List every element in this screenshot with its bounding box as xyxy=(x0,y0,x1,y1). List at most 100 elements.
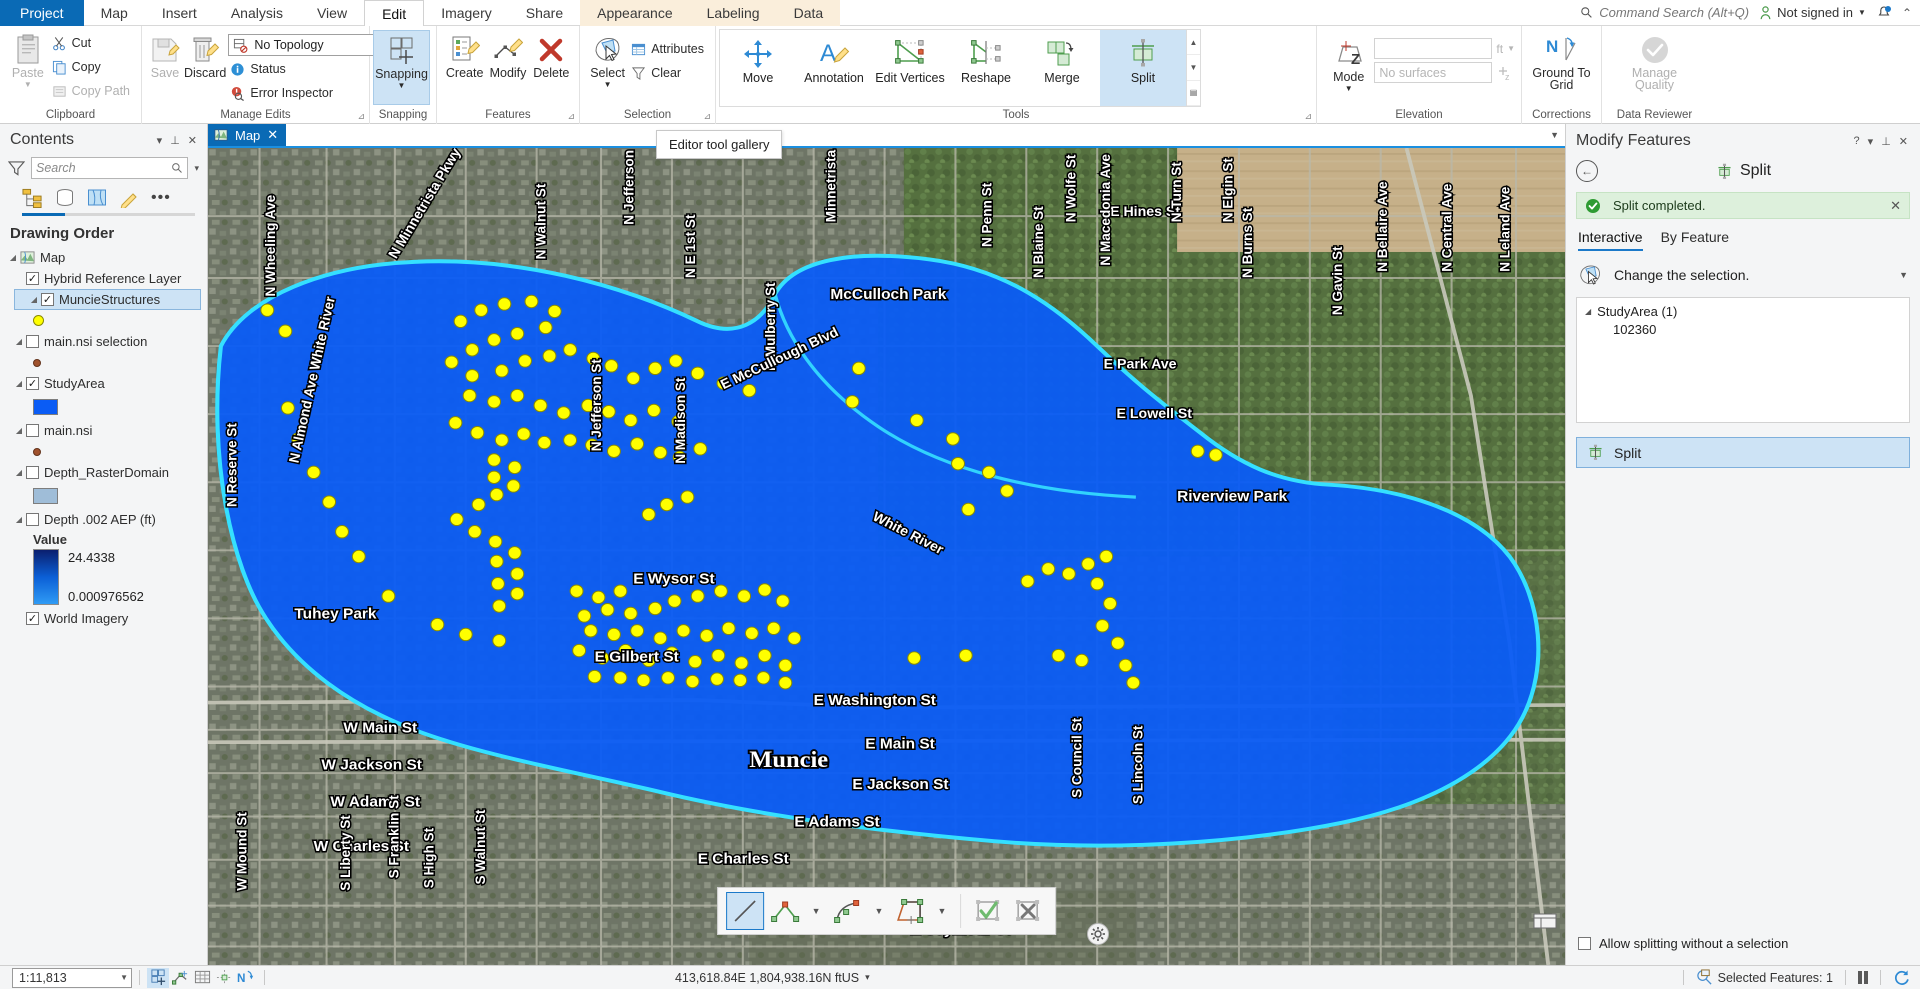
pane-pin-icon[interactable]: ⊥ xyxy=(1877,135,1895,148)
surfaces-input[interactable]: No surfaces xyxy=(1374,62,1493,83)
tool-arc[interactable] xyxy=(829,892,867,930)
tool-move[interactable]: Move xyxy=(720,30,796,106)
expander-icon[interactable]: ◢ xyxy=(12,337,26,346)
tree-item-world-imagery[interactable]: ✓ World Imagery xyxy=(0,608,207,629)
tool-annotation[interactable]: A Annotation xyxy=(796,30,872,106)
contents-menu-icon[interactable]: ▾ xyxy=(153,134,167,147)
gallery-scroll-down-icon[interactable]: ▼ xyxy=(1187,55,1200,81)
layer-checkbox[interactable]: ✓ xyxy=(26,377,39,390)
drawing-order-icon[interactable] xyxy=(22,188,43,208)
chevron-down-icon[interactable]: ▾ xyxy=(865,972,870,983)
expander-icon[interactable]: ◢ xyxy=(12,515,26,524)
gallery-scrollbar[interactable]: ▲ ▼ ▤ xyxy=(1186,30,1200,106)
expander-icon[interactable]: ◢ xyxy=(12,379,26,388)
pane-close-icon[interactable]: ✕ xyxy=(1895,135,1912,148)
tool-trace[interactable] xyxy=(891,892,929,930)
chevron-down-icon[interactable]: ▼ xyxy=(398,81,406,90)
help-icon[interactable]: ? xyxy=(1850,135,1864,147)
tool-polyline[interactable] xyxy=(766,892,804,930)
chevron-down-icon[interactable]: ▼ xyxy=(1345,84,1353,93)
get-z-icon[interactable]: z xyxy=(1496,64,1514,82)
tab-view[interactable]: View xyxy=(300,0,364,26)
notification-bell-icon[interactable] xyxy=(1876,5,1892,21)
change-selection-row[interactable]: Change the selection. ▼ xyxy=(1566,251,1920,297)
layer-checkbox[interactable] xyxy=(26,466,39,479)
tree-item-main-nsi-selection[interactable]: ◢ main.nsi selection xyxy=(0,331,207,352)
paste-button[interactable]: Paste ▼ xyxy=(6,30,50,92)
message-close-icon[interactable]: ✕ xyxy=(1890,198,1901,214)
contents-pin-icon[interactable]: ⊥ xyxy=(166,134,184,147)
tab-share[interactable]: Share xyxy=(509,0,580,26)
tab-imagery[interactable]: Imagery xyxy=(424,0,509,26)
trace-dropdown-icon[interactable]: ▼ xyxy=(931,906,952,916)
manage-edits-dialog-launcher[interactable]: ⊿ xyxy=(357,109,365,123)
tree-item-map[interactable]: ◢ Map xyxy=(0,247,207,268)
discard-edits-button[interactable]: Discard xyxy=(182,30,228,83)
tools-dialog-launcher[interactable]: ⊿ xyxy=(1304,109,1312,123)
coordinate-readout[interactable]: 413,618.84E 1,804,938.16N ftUS ▾ xyxy=(675,971,870,985)
tree-item-depth-rasterdomain[interactable]: ◢ Depth_RasterDomain xyxy=(0,462,207,483)
attributes-button[interactable]: Attributes xyxy=(629,38,709,60)
tool-cancel[interactable] xyxy=(1009,892,1047,930)
selection-dialog-launcher[interactable]: ⊿ xyxy=(703,109,711,123)
chevron-down-icon[interactable]: ▼ xyxy=(1507,44,1515,53)
create-features-button[interactable]: Create xyxy=(443,30,486,83)
grid-status-icon[interactable] xyxy=(191,968,213,988)
contents-search-dropdown-icon[interactable]: ▾ xyxy=(194,163,199,174)
map-canvas[interactable]: N Wheeling Ave N Minnetrista Pkwy N Walnut… xyxy=(208,146,1565,965)
polyline-dropdown-icon[interactable]: ▼ xyxy=(806,906,827,916)
tab-project[interactable]: Project xyxy=(0,0,84,26)
topology-combo[interactable]: No Topology ▼ xyxy=(228,34,389,56)
tool-split[interactable]: Split xyxy=(1100,30,1186,106)
selected-features-tree[interactable]: ◢ StudyArea (1) 102360 xyxy=(1576,297,1910,423)
elevation-mode-button[interactable]: Z Mode ▼ xyxy=(1323,34,1374,96)
chevron-down-icon[interactable]: ▼ xyxy=(1899,270,1908,280)
copy-path-button[interactable]: Copy Path xyxy=(50,80,135,102)
copy-button[interactable]: Copy xyxy=(50,56,135,78)
layer-checkbox[interactable] xyxy=(26,335,39,348)
back-button[interactable]: ← xyxy=(1576,160,1598,182)
select-button[interactable]: Select ▼ xyxy=(586,30,629,92)
error-inspector-button[interactable]: Error Inspector xyxy=(228,82,388,104)
arc-dropdown-icon[interactable]: ▼ xyxy=(869,906,890,916)
pause-drawing-icon[interactable] xyxy=(1857,971,1868,984)
clear-selection-button[interactable]: Clear xyxy=(629,62,709,84)
features-dialog-launcher[interactable]: ⊿ xyxy=(567,109,575,123)
tab-appearance[interactable]: Appearance xyxy=(580,0,690,26)
tree-item-main-nsi[interactable]: ◢ main.nsi xyxy=(0,420,207,441)
editing-pencil-icon[interactable] xyxy=(119,188,139,208)
tool-finish[interactable] xyxy=(969,892,1007,930)
tab-analysis[interactable]: Analysis xyxy=(214,0,300,26)
expander-icon[interactable]: ◢ xyxy=(1585,307,1591,316)
tree-item-hybrid-reference-layer[interactable]: ✓ Hybrid Reference Layer xyxy=(0,268,207,289)
modify-features-button[interactable]: Modify xyxy=(486,30,529,83)
delete-features-button[interactable]: Delete xyxy=(530,30,573,83)
command-search[interactable]: Command Search (Alt+Q) xyxy=(1580,5,1749,20)
tab-data[interactable]: Data xyxy=(776,0,841,26)
tool-two-point-line[interactable] xyxy=(725,892,764,930)
data-source-icon[interactable] xyxy=(55,188,75,208)
allow-split-row[interactable]: Allow splitting without a selection xyxy=(1566,936,1920,965)
filter-icon[interactable] xyxy=(8,160,25,177)
expander-icon[interactable]: ◢ xyxy=(12,468,26,477)
tool-edit-vertices[interactable]: Edit Vertices xyxy=(872,30,948,106)
tool-merge[interactable]: Merge xyxy=(1024,30,1100,106)
chevron-down-icon[interactable]: ▼ xyxy=(604,80,612,89)
cut-button[interactable]: Cut xyxy=(50,32,135,54)
layer-checkbox[interactable] xyxy=(26,513,39,526)
tab-map[interactable]: Map xyxy=(84,0,145,26)
tab-labeling[interactable]: Labeling xyxy=(689,0,777,26)
tab-edit[interactable]: Edit xyxy=(364,0,425,26)
gallery-scroll-up-icon[interactable]: ▲ xyxy=(1187,30,1200,56)
split-method-button[interactable]: Split xyxy=(1576,437,1910,468)
tree-item-studyarea[interactable]: ◢ ✓ StudyArea xyxy=(0,373,207,394)
selected-layer-node[interactable]: ◢ StudyArea (1) xyxy=(1585,304,1901,319)
tool-reshape[interactable]: Reshape xyxy=(948,30,1024,106)
account-menu[interactable]: Not signed in ▼ xyxy=(1759,5,1866,20)
tree-item-munciestructures[interactable]: ◢ ✓ MuncieStructures xyxy=(14,289,201,310)
elevation-offset-input[interactable] xyxy=(1374,38,1493,59)
layer-checkbox[interactable]: ✓ xyxy=(41,293,54,306)
map-tab-close-icon[interactable]: ✕ xyxy=(267,127,278,143)
chevron-down-icon[interactable]: ▼ xyxy=(24,80,32,89)
map-scale-combo[interactable]: 1:11,813 ▼ xyxy=(12,967,132,988)
